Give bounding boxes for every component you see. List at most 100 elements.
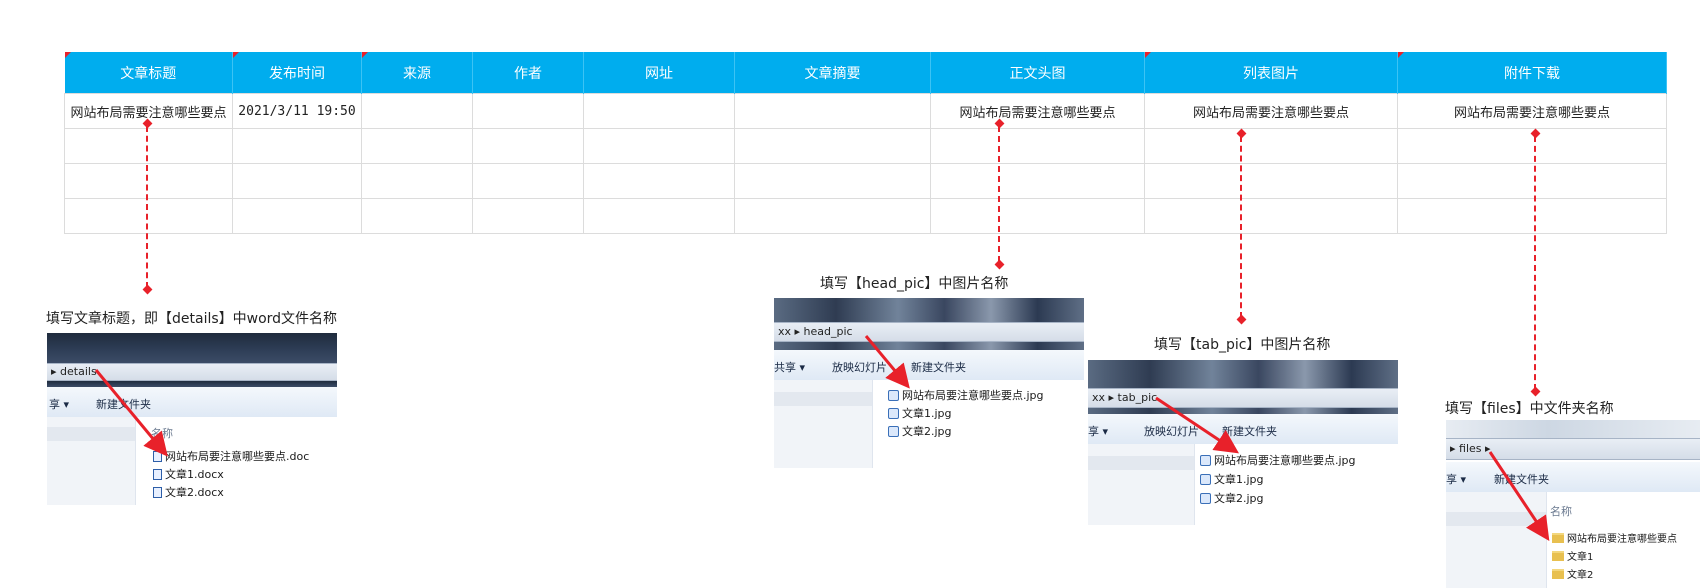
caption-tab-pic: 填写【tab_pic】中图片名称: [1154, 337, 1331, 353]
header-cell-summary[interactable]: 文章摘要: [734, 52, 931, 94]
header-row: 文章标题 发布时间 来源 作者 网址 文章摘要 正文头图 列表图片 附件下载: [64, 52, 1667, 94]
new-folder-button[interactable]: 新建文件夹: [911, 359, 966, 375]
table-cell[interactable]: [232, 198, 362, 234]
list-item[interactable]: 文章2.jpg: [1200, 490, 1264, 506]
header-cell-source[interactable]: 来源: [361, 52, 473, 94]
table-cell[interactable]: [1397, 198, 1667, 234]
header-cell-head-pic[interactable]: 正文头图: [930, 52, 1145, 94]
image-file-icon: [888, 389, 899, 401]
column-header-name[interactable]: 名称: [1550, 503, 1572, 519]
navigation-pane: [1446, 492, 1547, 588]
table-cell[interactable]: 网站布局需要注意哪些要点: [1397, 93, 1667, 129]
table-cell[interactable]: [583, 93, 735, 129]
folder-icon: [1552, 532, 1564, 543]
table-cell[interactable]: [361, 128, 473, 164]
new-folder-button[interactable]: 新建文件夹: [1222, 423, 1277, 439]
connector-dot: [142, 284, 153, 295]
list-item[interactable]: 文章1: [1552, 548, 1593, 563]
connector-dot: [1236, 314, 1247, 325]
table-cell[interactable]: [734, 198, 931, 234]
connector-dot: [994, 259, 1005, 270]
table-row: 网站布局需要注意哪些要点 2021/3/11 19:50 网站布局需要注意哪些要…: [64, 93, 1667, 129]
table-cell[interactable]: [1144, 163, 1398, 199]
slideshow-button[interactable]: 放映幻灯片: [832, 359, 887, 375]
header-cell-publish-time[interactable]: 发布时间: [232, 52, 362, 94]
share-menu[interactable]: 享 ▾: [49, 396, 69, 412]
navigation-pane: [774, 380, 873, 468]
list-item[interactable]: 文章1.docx: [153, 466, 224, 482]
table-cell[interactable]: 网站布局需要注意哪些要点: [1144, 93, 1398, 129]
new-folder-button[interactable]: 新建文件夹: [1494, 471, 1549, 487]
caption-files: 填写【files】中文件夹名称: [1445, 401, 1614, 417]
table-cell[interactable]: [472, 93, 584, 129]
table-cell[interactable]: [734, 128, 931, 164]
table-cell[interactable]: [930, 128, 1145, 164]
table-row: [64, 198, 1667, 234]
table-cell[interactable]: [583, 198, 735, 234]
table-cell[interactable]: [1144, 128, 1398, 164]
comment-marker: [233, 52, 239, 58]
column-header-name[interactable]: 名称: [151, 425, 173, 441]
table-cell[interactable]: [361, 163, 473, 199]
list-item[interactable]: 文章1.jpg: [1200, 471, 1264, 487]
table-cell[interactable]: [472, 198, 584, 234]
list-item[interactable]: 文章2.docx: [153, 484, 224, 500]
table-cell[interactable]: [64, 163, 233, 199]
table-row: [64, 128, 1667, 164]
table-cell[interactable]: [232, 128, 362, 164]
list-item[interactable]: 文章2.jpg: [888, 423, 952, 439]
list-item[interactable]: 网站布局要注意哪些要点: [1552, 530, 1677, 545]
breadcrumb[interactable]: xx ▸ head_pic: [774, 322, 1084, 342]
connector-line-details: [146, 126, 148, 288]
connector-line-tab-pic: [1240, 136, 1242, 318]
table-cell[interactable]: 2021/3/11 19:50: [232, 93, 362, 129]
share-menu[interactable]: 享 ▾: [1446, 471, 1466, 487]
connector-line-head-pic: [998, 126, 1000, 262]
table-cell[interactable]: [361, 198, 473, 234]
share-menu[interactable]: 享 ▾: [1088, 423, 1108, 439]
table-cell[interactable]: [472, 128, 584, 164]
header-cell-attachment[interactable]: 附件下载: [1397, 52, 1667, 94]
word-file-icon: [153, 468, 162, 480]
table-cell[interactable]: [930, 198, 1145, 234]
image-file-icon: [888, 425, 899, 437]
explorer-toolbar: 享 ▾ 放映幻灯片 新建文件夹: [1088, 414, 1398, 444]
word-file-icon: [153, 486, 162, 498]
breadcrumb[interactable]: ▸ details: [47, 363, 337, 381]
table-cell[interactable]: [361, 93, 473, 129]
table-cell[interactable]: [1144, 198, 1398, 234]
list-item[interactable]: 文章1.jpg: [888, 405, 952, 421]
table-cell[interactable]: [64, 198, 233, 234]
explorer-toolbar: 享 ▾ 新建文件夹: [1446, 462, 1700, 492]
table-cell[interactable]: [1397, 163, 1667, 199]
image-file-icon: [1200, 473, 1211, 485]
breadcrumb[interactable]: xx ▸ tab_pic: [1088, 388, 1398, 408]
list-item[interactable]: 网站布局要注意哪些要点.jpg: [1200, 452, 1356, 468]
header-cell-url[interactable]: 网址: [583, 52, 735, 94]
list-item[interactable]: 网站布局要注意哪些要点.jpg: [888, 387, 1044, 403]
table-cell[interactable]: [734, 163, 931, 199]
header-cell-author[interactable]: 作者: [472, 52, 584, 94]
table-cell[interactable]: 网站布局需要注意哪些要点: [930, 93, 1145, 129]
header-cell-title[interactable]: 文章标题: [64, 52, 233, 94]
new-folder-button[interactable]: 新建文件夹: [96, 396, 151, 412]
table-cell[interactable]: [583, 128, 735, 164]
folder-icon: [1552, 568, 1564, 579]
table-cell[interactable]: [472, 163, 584, 199]
breadcrumb[interactable]: ▸ files ▸: [1446, 438, 1700, 460]
explorer-details-screenshot: ▸ details 享 ▾ 新建文件夹 名称 网站布局要注意哪些要点.doc 文…: [47, 333, 337, 505]
table-cell[interactable]: [64, 128, 233, 164]
table-cell[interactable]: [232, 163, 362, 199]
connector-dot: [1530, 386, 1541, 397]
navigation-pane: [1088, 444, 1195, 525]
table-cell[interactable]: [734, 93, 931, 129]
table-cell[interactable]: [930, 163, 1145, 199]
table-cell[interactable]: [583, 163, 735, 199]
header-cell-list-pic[interactable]: 列表图片: [1144, 52, 1398, 94]
list-item[interactable]: 文章2: [1552, 566, 1593, 581]
comment-marker: [1145, 52, 1151, 58]
slideshow-button[interactable]: 放映幻灯片: [1144, 423, 1199, 439]
connector-line-files: [1534, 136, 1536, 390]
list-item[interactable]: 网站布局要注意哪些要点.doc: [153, 448, 309, 464]
share-menu[interactable]: 共享 ▾: [774, 359, 805, 375]
